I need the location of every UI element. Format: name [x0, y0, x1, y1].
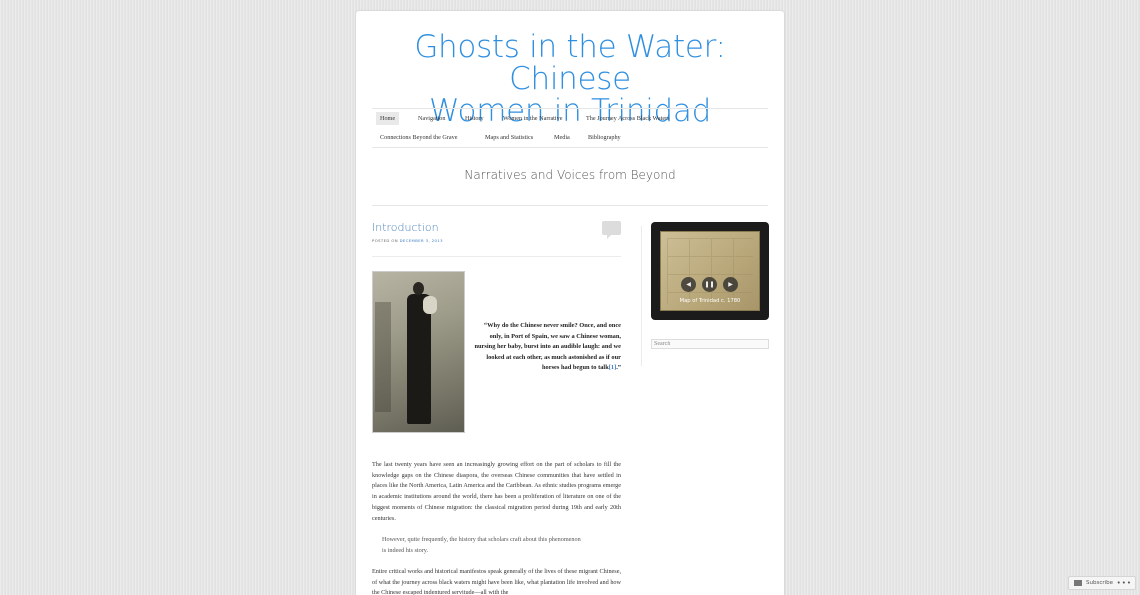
comment-bubble-icon[interactable] [602, 221, 621, 239]
nav-item-maps-and-statistics[interactable]: Maps and Statistics [481, 131, 537, 144]
photo-baby [423, 296, 437, 314]
slideshow-prev-icon[interactable]: ◀ [681, 277, 696, 292]
page-container: Ghosts in the Water: Chinese Women in Tr… [356, 11, 784, 595]
slideshow-widget[interactable]: ◀ ❚❚ ▶ Map of Trinidad c. 1780 [651, 222, 769, 320]
photo-pillar [375, 302, 391, 412]
photo-head [413, 282, 424, 295]
quote-text: “Why do the Chinese never smile? Once, a… [474, 322, 621, 372]
nav-item-bibliography[interactable]: Bibliography [584, 131, 625, 144]
map-grid [667, 238, 753, 304]
nav-item-history[interactable]: History [461, 112, 488, 125]
nav-item-women-in-the-narrative[interactable]: Women in the Narrative [499, 112, 566, 125]
post-paragraph-1: The last twenty years have seen an incre… [372, 461, 621, 522]
post-date-link[interactable]: DECEMBER 3, 2013 [400, 238, 443, 243]
historical-photo-image [372, 271, 465, 433]
nav-item-media[interactable]: Media [550, 131, 574, 144]
search-input[interactable] [651, 339, 769, 349]
post-blockquote: However, quite frequently, the history t… [382, 536, 581, 554]
site-title-line1[interactable]: Ghosts in the Water: Chinese [376, 31, 764, 95]
quote-end: .” [616, 364, 621, 372]
slideshow-next-icon[interactable]: ▶ [723, 277, 738, 292]
divider [372, 205, 768, 206]
post-title[interactable]: Introduction [372, 221, 439, 234]
nav-item-navigation[interactable]: Navigation [414, 112, 450, 125]
subscribe-label: Subscribe [1086, 580, 1114, 586]
nav-item-home[interactable]: Home [376, 112, 400, 125]
post-meta-prefix: POSTED ON [372, 238, 398, 243]
post-meta: POSTED ON DECEMBER 3, 2013 [372, 238, 443, 243]
subscribe-icon [1074, 580, 1082, 586]
slideshow-caption: Map of Trinidad c. 1780 [679, 298, 741, 304]
epigraph-quote: “Why do the Chinese never smile? Once, a… [474, 321, 621, 374]
nav-item-journey-across-black-waters[interactable]: The Journey Across Black Waters [582, 112, 674, 125]
photo-figure [407, 282, 437, 430]
sidebar-divider [641, 226, 642, 366]
more-options-icon[interactable]: ••• [1117, 579, 1132, 587]
main-navigation: Home Navigation History Women in the Nar… [372, 108, 768, 148]
nav-item-connections-beyond-the-grave[interactable]: Connections Beyond the Grave [376, 131, 462, 144]
slideshow-pause-icon[interactable]: ❚❚ [702, 277, 717, 292]
site-tagline: Narratives and Voices from Beyond [464, 168, 676, 182]
post-paragraph-3: Entire critical works and historical man… [372, 568, 621, 595]
divider [372, 256, 621, 257]
subscribe-button[interactable]: Subscribe ••• [1068, 576, 1136, 590]
